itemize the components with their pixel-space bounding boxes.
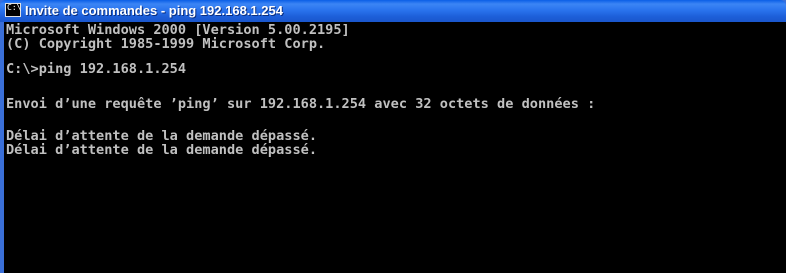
command-prompt-icon[interactable]: C:\ — [5, 3, 21, 17]
window-right-edge — [786, 22, 791, 273]
command-prompt-window: C:\ Invite de commandes - ping 192.168.1… — [0, 0, 786, 273]
console-output[interactable]: Microsoft Windows 2000 [Version 5.00.219… — [4, 22, 786, 273]
console-line: Microsoft Windows 2000 [Version 5.00.219… — [6, 22, 350, 38]
console-line: Délai d’attente de la demande dépassé. — [6, 142, 317, 158]
console-line: (C) Copyright 1985-1999 Microsoft Corp. — [6, 36, 326, 52]
console-line: Envoi d’une requête ’ping’ sur 192.168.1… — [6, 96, 596, 112]
icon-glyph: C:\ — [7, 3, 22, 12]
title-bar[interactable]: C:\ Invite de commandes - ping 192.168.1… — [0, 0, 786, 22]
console-line: C:\>ping 192.168.1.254 — [6, 61, 187, 77]
window-title: Invite de commandes - ping 192.168.1.254 — [25, 3, 283, 18]
console-line: Délai d’attente de la demande dépassé. — [6, 128, 317, 144]
